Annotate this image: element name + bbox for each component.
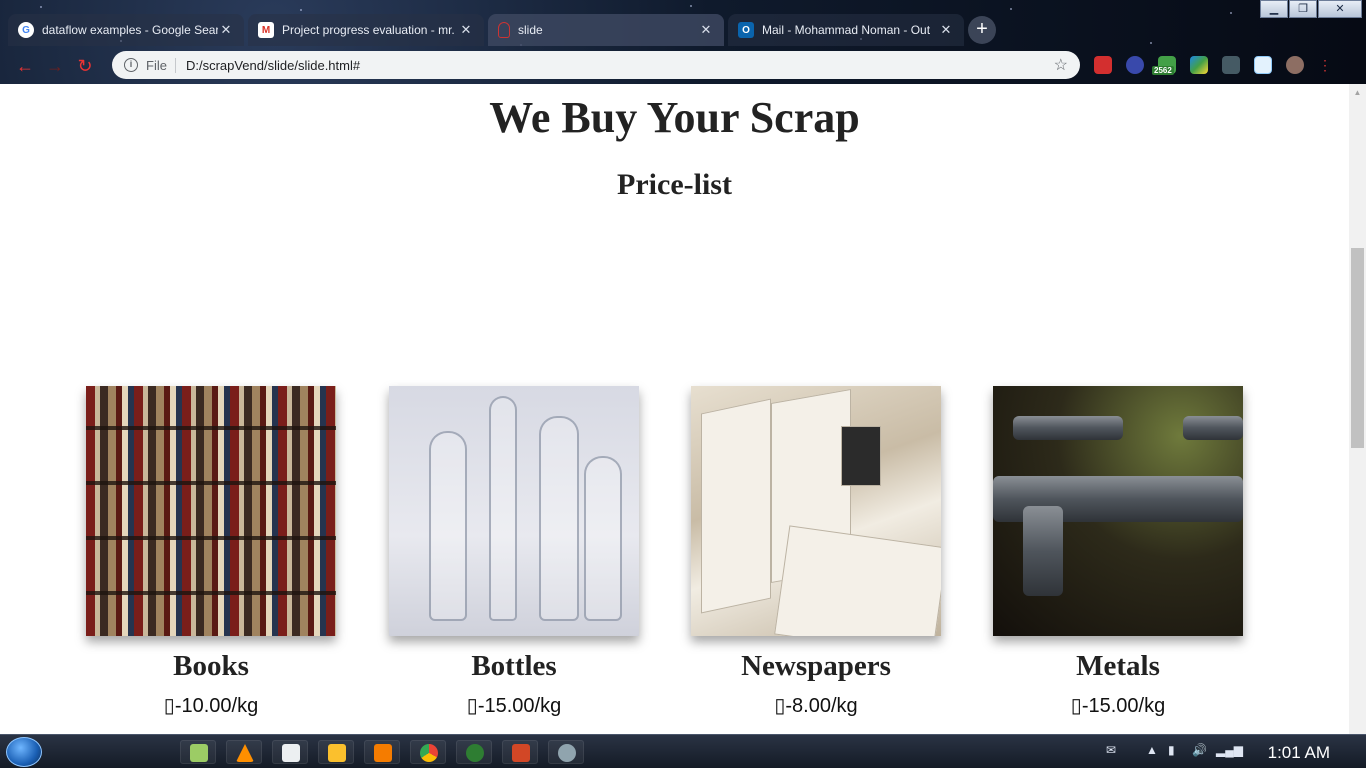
extension-badge: 2562	[1152, 66, 1174, 75]
product-price: ▯-15.00/kg	[466, 695, 562, 717]
product-card-books: Books ▯-10.00/kg	[86, 386, 336, 718]
page-icon	[498, 22, 510, 38]
menu-dots-icon[interactable]: ⋮	[1318, 56, 1332, 74]
browser-toolbar: ← → ↻ i File D:/scrapVend/slide/slide.ht…	[0, 48, 1366, 84]
product-name: Bottles	[471, 650, 557, 682]
product-name: Metals	[1076, 650, 1160, 682]
tab-title: Project progress evaluation - mr.	[282, 23, 455, 37]
taskbar-orange-app[interactable]	[364, 740, 400, 764]
tab-title: slide	[518, 23, 543, 37]
tab-title: dataflow examples - Google Sear	[42, 23, 218, 37]
colorful-extension-icon[interactable]	[1190, 56, 1208, 74]
bookmark-star-icon[interactable]: ☆	[1054, 55, 1068, 75]
web-page: We Buy Your Scrap Price-list Books ▯-10.…	[0, 84, 1349, 734]
price-list-heading: Price-list	[617, 168, 732, 201]
tab-google-search[interactable]: G dataflow examples - Google Sear ✕	[8, 14, 244, 46]
taskbar-media-app[interactable]	[272, 740, 308, 764]
taskbar: ✉ ▲ ▮ 🔊 ▂▄▆ 1:01 AM	[0, 734, 1366, 768]
close-tab-icon[interactable]: ✕	[458, 22, 474, 38]
scrollbar-thumb[interactable]	[1351, 248, 1364, 448]
close-tab-icon[interactable]: ✕	[698, 22, 714, 38]
taskbar-green-app[interactable]	[456, 740, 492, 764]
browser-chrome: ▁ ❐ ✕ G dataflow examples - Google Sear …	[0, 0, 1366, 84]
scroll-up-icon[interactable]: ▲	[1349, 84, 1366, 101]
start-button[interactable]	[6, 737, 42, 767]
block-icon[interactable]	[1126, 56, 1144, 74]
page-title: We Buy Your Scrap	[489, 93, 860, 142]
action-center-icon[interactable]: ✉	[1106, 743, 1116, 757]
signal-icon[interactable]: ▂▄▆	[1216, 743, 1243, 757]
taskbar-explorer-icon[interactable]	[318, 740, 354, 764]
taskbar-network-app[interactable]	[180, 740, 216, 764]
new-tab-button[interactable]: +	[968, 16, 996, 44]
product-price: ▯-8.00/kg	[774, 695, 858, 717]
product-name: Books	[173, 650, 249, 682]
tab-strip: G dataflow examples - Google Sear ✕ M Pr…	[8, 14, 996, 46]
volume-icon[interactable]: 🔊	[1192, 743, 1207, 757]
gmail-icon: M	[258, 22, 274, 38]
address-bar[interactable]: i File D:/scrapVend/slide/slide.html# ☆	[112, 51, 1080, 79]
bottles-image	[389, 386, 639, 636]
profile-avatar[interactable]	[1286, 56, 1304, 74]
currency-symbol: ▯	[774, 695, 786, 717]
product-card-newspapers: Newspapers ▯-8.00/kg	[691, 386, 941, 718]
product-name: Newspapers	[741, 650, 891, 682]
speaker-extension-icon[interactable]	[1254, 56, 1272, 74]
product-card-metals: Metals ▯-15.00/kg	[993, 386, 1243, 718]
window-controls: ▁ ❐ ✕	[1259, 0, 1362, 18]
shield-icon[interactable]	[1094, 56, 1112, 74]
currency-symbol: ▯	[163, 695, 175, 717]
green-extension-icon[interactable]: 2562	[1152, 56, 1176, 75]
tab-title: Mail - Mohammad Noman - Out	[762, 23, 931, 37]
power-icon[interactable]: ▮	[1168, 743, 1175, 757]
forward-arrow-icon[interactable]: →	[40, 56, 70, 77]
close-tab-icon[interactable]: ✕	[218, 22, 234, 38]
books-image	[86, 386, 336, 636]
tab-slide[interactable]: slide ✕	[488, 14, 724, 46]
currency-symbol: ▯	[1070, 695, 1082, 717]
restore-button[interactable]: ❐	[1289, 0, 1317, 18]
product-card-bottles: Bottles ▯-15.00/kg	[389, 386, 639, 718]
extension-icons: 2562 ⋮	[1094, 54, 1336, 76]
taskbar-chrome-icon[interactable]	[410, 740, 446, 764]
info-icon[interactable]: i	[124, 58, 138, 72]
v-shield-icon[interactable]	[1222, 56, 1240, 74]
taskbar-powerpoint-icon[interactable]	[502, 740, 538, 764]
taskbar-app[interactable]	[548, 740, 584, 764]
show-hidden-icons[interactable]: ▲	[1146, 743, 1158, 757]
minimize-button[interactable]: ▁	[1260, 0, 1288, 18]
currency-symbol: ▯	[466, 695, 478, 717]
newspapers-image	[691, 386, 941, 636]
close-window-button[interactable]: ✕	[1318, 0, 1362, 18]
tab-outlook[interactable]: O Mail - Mohammad Noman - Out ✕	[728, 14, 964, 46]
url-scheme: File	[146, 57, 176, 73]
back-arrow-icon[interactable]: ←	[10, 56, 40, 77]
google-icon: G	[18, 22, 34, 38]
tab-gmail[interactable]: M Project progress evaluation - mr. ✕	[248, 14, 484, 46]
product-price: ▯-10.00/kg	[163, 695, 259, 717]
product-price: ▯-15.00/kg	[1070, 695, 1166, 717]
taskbar-vlc-icon[interactable]	[226, 740, 262, 764]
metals-image	[993, 386, 1243, 636]
page-scrollbar[interactable]: ▲	[1349, 84, 1366, 734]
outlook-icon: O	[738, 22, 754, 38]
url-text[interactable]: D:/scrapVend/slide/slide.html#	[186, 58, 1054, 73]
taskbar-clock[interactable]: 1:01 AM	[1268, 743, 1330, 763]
close-tab-icon[interactable]: ✕	[938, 22, 954, 38]
reload-icon[interactable]: ↻	[70, 56, 100, 77]
